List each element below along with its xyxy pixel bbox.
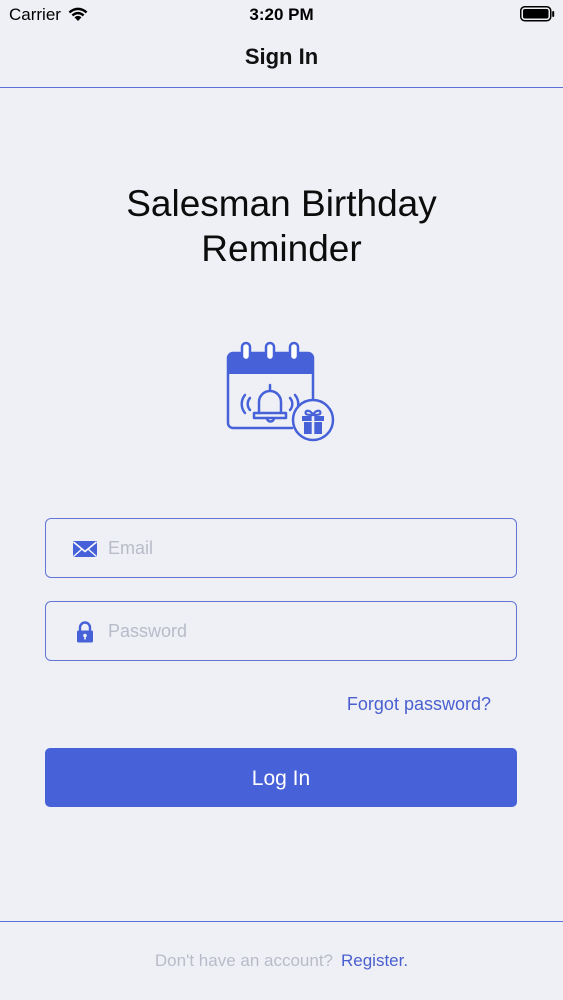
- email-field[interactable]: [45, 518, 517, 578]
- password-field[interactable]: [45, 601, 517, 661]
- app-title-line2: Reminder: [201, 228, 362, 269]
- battery-icon: [520, 6, 555, 22]
- no-account-text: Don't have an account?: [154, 951, 333, 970]
- footer: Don't have an account? Register.: [0, 951, 563, 971]
- password-input[interactable]: [108, 602, 498, 660]
- status-time: 3:20 PM: [249, 5, 314, 24]
- app-title: Salesman Birthday Reminder: [60, 181, 503, 271]
- calendar-bell-gift-icon: [226, 341, 335, 442]
- app-title-line1: Salesman Birthday: [126, 183, 437, 224]
- forgot-password-link[interactable]: Forgot password?: [347, 694, 491, 715]
- status-bar: Carrier 3:20 PM: [0, 0, 563, 30]
- register-link[interactable]: Register.: [341, 951, 408, 970]
- lock-icon: [77, 621, 93, 643]
- login-button[interactable]: Log In: [45, 748, 517, 807]
- envelope-icon: [72, 541, 98, 557]
- email-input[interactable]: [108, 519, 498, 577]
- nav-divider: [0, 87, 563, 88]
- nav-title: Sign In: [244, 44, 319, 69]
- footer-divider: [0, 921, 563, 922]
